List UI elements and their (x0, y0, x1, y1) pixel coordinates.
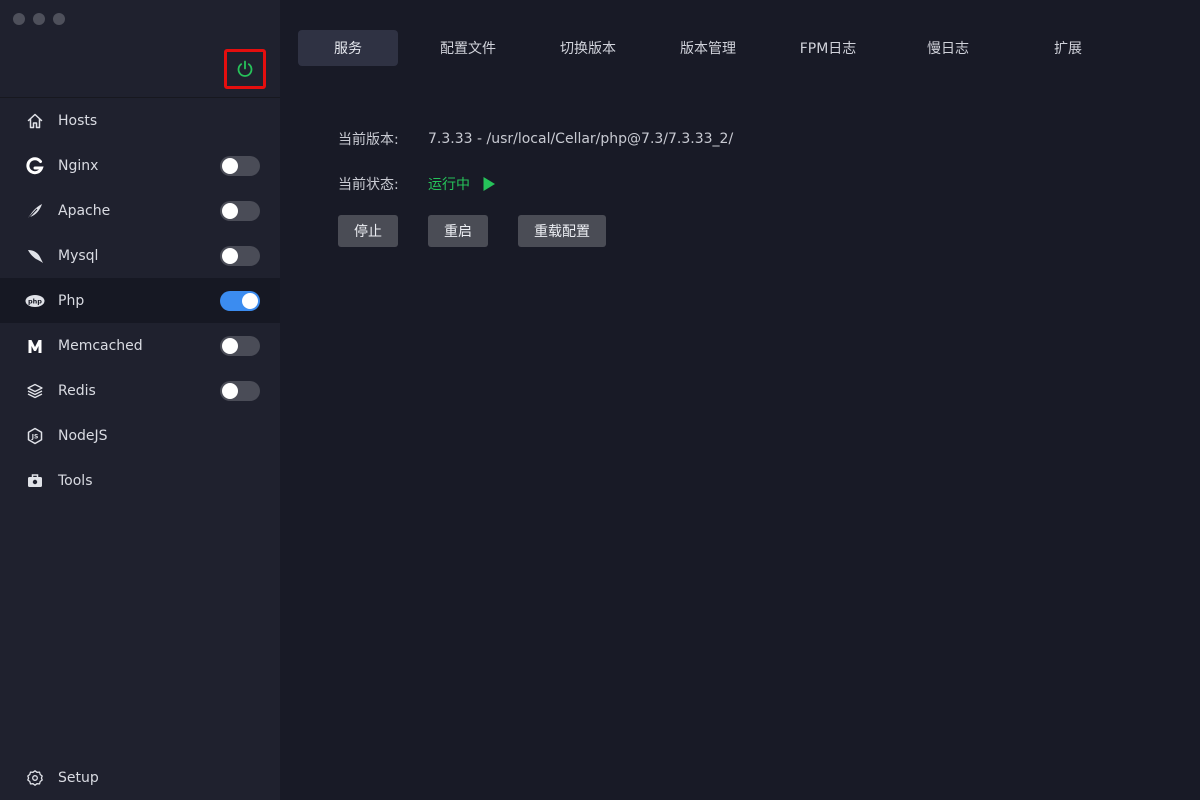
version-label: 当前版本: (338, 132, 399, 148)
php-icon: php (25, 291, 45, 311)
nodejs-icon: JS (25, 426, 45, 446)
gear-icon (25, 768, 45, 788)
maximize-window-button[interactable] (53, 13, 65, 25)
stop-button[interactable]: 停止 (338, 215, 398, 247)
play-icon[interactable] (482, 176, 496, 192)
minimize-window-button[interactable] (33, 13, 45, 25)
sidebar-item-label: Apache (58, 202, 111, 219)
sidebar-item-tools[interactable]: Tools (0, 458, 280, 503)
sidebar-item-label: Hosts (58, 112, 98, 129)
sidebar-item-label: Setup (58, 769, 99, 786)
toggle-knob (222, 157, 238, 174)
window-controls (13, 13, 65, 25)
tab-slow-log[interactable]: 慢日志 (898, 30, 998, 66)
sidebar-item-php[interactable]: php Php (0, 278, 280, 323)
sidebar-header (0, 0, 280, 98)
toggle-knob (222, 202, 238, 219)
restart-button[interactable]: 重启 (428, 215, 488, 247)
sidebar-nav: Hosts Nginx Apache Mysql php Php Memcach… (0, 98, 280, 503)
sidebar-item-label: Tools (58, 472, 93, 489)
main-panel: 服务 配置文件 切换版本 版本管理 FPM日志 慢日志 扩展 当前版本: 7.3… (280, 0, 1200, 800)
sidebar-item-hosts[interactable]: Hosts (0, 98, 280, 143)
tab-switch-version[interactable]: 切换版本 (538, 30, 638, 66)
sidebar-item-mysql[interactable]: Mysql (0, 233, 280, 278)
memcached-icon (25, 336, 45, 356)
sidebar-item-redis[interactable]: Redis (0, 368, 280, 413)
toggle-knob (222, 337, 238, 354)
sidebar-item-label: Php (58, 292, 85, 309)
sidebar-item-label: NodeJS (58, 427, 108, 444)
sidebar-item-memcached[interactable]: Memcached (0, 323, 280, 368)
status-label: 当前状态: (338, 177, 399, 193)
svg-text:JS: JS (31, 433, 39, 440)
tab-config-file[interactable]: 配置文件 (418, 30, 518, 66)
sidebar-item-nginx[interactable]: Nginx (0, 143, 280, 188)
power-button[interactable] (224, 49, 266, 89)
apache-toggle[interactable] (220, 200, 260, 221)
status-value: 运行中 (428, 177, 470, 193)
sidebar-item-setup[interactable]: Setup (0, 755, 280, 800)
nginx-toggle[interactable] (220, 155, 260, 176)
tab-extensions[interactable]: 扩展 (1018, 30, 1118, 66)
power-icon (237, 60, 253, 77)
status-row: 当前状态: 运行中 (338, 174, 496, 194)
version-value: 7.3.33 - /usr/local/Cellar/php@7.3/7.3.3… (428, 131, 734, 147)
sidebar-item-nodejs[interactable]: JS NodeJS (0, 413, 280, 458)
mysql-dolphin-icon (25, 246, 45, 266)
sidebar-item-label: Mysql (58, 247, 99, 264)
sidebar-item-label: Redis (58, 382, 96, 399)
memcached-toggle[interactable] (220, 335, 260, 356)
redis-toggle[interactable] (220, 380, 260, 401)
redis-icon (25, 381, 45, 401)
service-actions: 停止 重启 重载配置 (338, 215, 636, 247)
tab-fpm-log[interactable]: FPM日志 (778, 30, 878, 66)
tab-version-management[interactable]: 版本管理 (658, 30, 758, 66)
toggle-knob (242, 292, 258, 309)
tab-service[interactable]: 服务 (298, 30, 398, 66)
sidebar-item-label: Nginx (58, 157, 99, 174)
version-row: 当前版本: 7.3.33 - /usr/local/Cellar/php@7.3… (338, 129, 733, 149)
tab-bar: 服务 配置文件 切换版本 版本管理 FPM日志 慢日志 扩展 (298, 30, 1138, 66)
sidebar-item-apache[interactable]: Apache (0, 188, 280, 233)
toggle-knob (222, 382, 238, 399)
home-icon (25, 111, 45, 131)
nginx-icon (25, 156, 45, 176)
sidebar-item-label: Memcached (58, 337, 143, 354)
close-window-button[interactable] (13, 13, 25, 25)
sidebar: Hosts Nginx Apache Mysql php Php Memcach… (0, 0, 280, 800)
toolbox-icon (25, 471, 45, 491)
mysql-toggle[interactable] (220, 245, 260, 266)
php-toggle[interactable] (220, 290, 260, 311)
svg-text:php: php (28, 297, 42, 305)
reload-config-button[interactable]: 重载配置 (518, 215, 606, 247)
app-window: Hosts Nginx Apache Mysql php Php Memcach… (0, 0, 1200, 800)
apache-feather-icon (25, 201, 45, 221)
toggle-knob (222, 247, 238, 264)
